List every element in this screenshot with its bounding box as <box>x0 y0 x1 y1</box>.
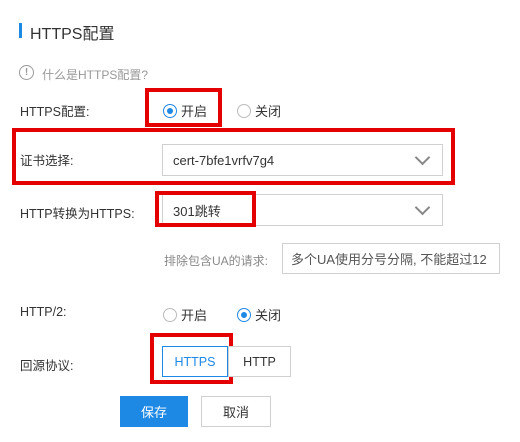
https-off-label: 关闭 <box>255 104 282 119</box>
http2-label: HTTP/2: <box>20 305 67 319</box>
chevron-down-icon <box>414 199 431 216</box>
https-config-label: HTTPS配置: <box>20 105 90 119</box>
https-on-radio[interactable]: 开启 <box>163 101 207 120</box>
cert-label: 证书选择: <box>20 154 74 168</box>
redirect-label: HTTP转换为HTTPS: <box>20 207 135 221</box>
exclude-ua-label: 排除包含UA的请求: <box>164 254 269 268</box>
radio-unchecked-icon <box>237 103 251 118</box>
help-link[interactable]: 什么是HTTPS配置? <box>42 66 148 83</box>
page-title: HTTPS配置 <box>30 26 115 43</box>
chevron-down-icon <box>414 149 431 166</box>
http2-off-label: 关闭 <box>255 308 282 323</box>
https-on-label: 开启 <box>181 104 208 119</box>
title-accent-bar <box>19 23 22 38</box>
http2-off-radio[interactable]: 关闭 <box>237 305 281 324</box>
info-icon: ! <box>19 65 34 80</box>
http2-on-label: 开启 <box>181 308 208 323</box>
origin-https-option[interactable]: HTTPS <box>162 346 228 377</box>
radio-checked-icon <box>237 307 251 322</box>
cancel-button[interactable]: 取消 <box>201 396 271 427</box>
https-off-radio[interactable]: 关闭 <box>237 101 281 120</box>
cert-select[interactable]: cert-7bfe1vrfv7g4 <box>162 144 443 176</box>
origin-http-option[interactable]: HTTP <box>228 346 291 377</box>
highlight-box-redirect <box>155 191 256 227</box>
save-button[interactable]: 保存 <box>120 396 188 427</box>
radio-checked-icon <box>163 103 177 118</box>
cert-select-value: cert-7bfe1vrfv7g4 <box>173 152 275 168</box>
radio-unchecked-icon <box>163 307 177 322</box>
exclude-ua-input[interactable]: 多个UA使用分号分隔, 不能超过12 <box>282 243 500 274</box>
http2-on-radio[interactable]: 开启 <box>163 305 207 324</box>
origin-protocol-label: 回源协议: <box>20 359 74 373</box>
exclude-ua-placeholder: 多个UA使用分号分隔, 不能超过12 <box>291 252 487 267</box>
